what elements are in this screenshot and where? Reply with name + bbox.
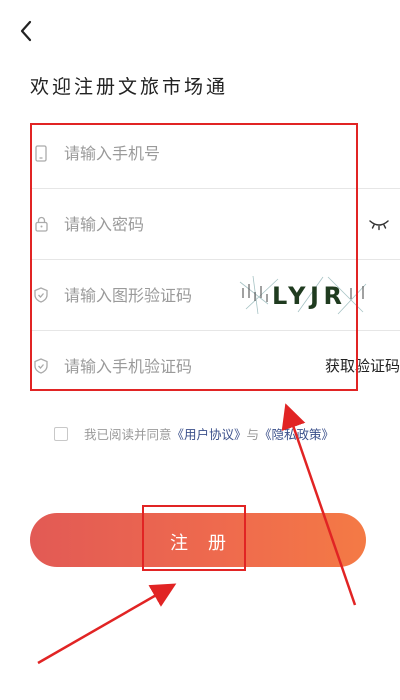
- back-button[interactable]: [14, 18, 40, 44]
- agree-checkbox[interactable]: [54, 426, 68, 441]
- phone-row: [30, 118, 400, 189]
- captcha-row: LYJR: [30, 260, 400, 331]
- privacy-policy-link[interactable]: 《隐私政策》: [259, 424, 334, 443]
- agreement-prefix: 我已阅读并同意: [84, 427, 172, 442]
- register-button-label: 注册: [170, 533, 246, 554]
- phone-icon: [33, 144, 49, 162]
- sms-row: 获取验证码: [30, 331, 400, 401]
- sms-code-input[interactable]: [64, 356, 264, 376]
- register-button[interactable]: 注册: [30, 513, 366, 567]
- eye-closed-icon[interactable]: [368, 216, 390, 231]
- agreement-conjunction: 与: [246, 427, 260, 442]
- page-title: 欢迎注册文旅市场通: [30, 76, 229, 98]
- shield-icon: [33, 358, 49, 374]
- password-row: [30, 189, 400, 260]
- password-input[interactable]: [64, 214, 264, 234]
- captcha-input[interactable]: [64, 285, 264, 305]
- shield-icon: [33, 287, 49, 303]
- agreement: 我已阅读并同意 《用户协议》 与 《隐私政策》: [54, 424, 334, 443]
- chevron-left-icon: [20, 20, 32, 42]
- user-agreement-link[interactable]: 《用户协议》: [172, 424, 247, 443]
- captcha-image[interactable]: LYJR: [238, 274, 368, 316]
- captcha-char-l: LYJR: [272, 282, 342, 310]
- arrow-to-button: [37, 583, 177, 665]
- get-code-button[interactable]: 获取验证码: [325, 355, 400, 376]
- phone-input[interactable]: [64, 143, 264, 163]
- lock-icon: [33, 216, 49, 232]
- register-form: LYJR 获取验证码: [30, 118, 400, 401]
